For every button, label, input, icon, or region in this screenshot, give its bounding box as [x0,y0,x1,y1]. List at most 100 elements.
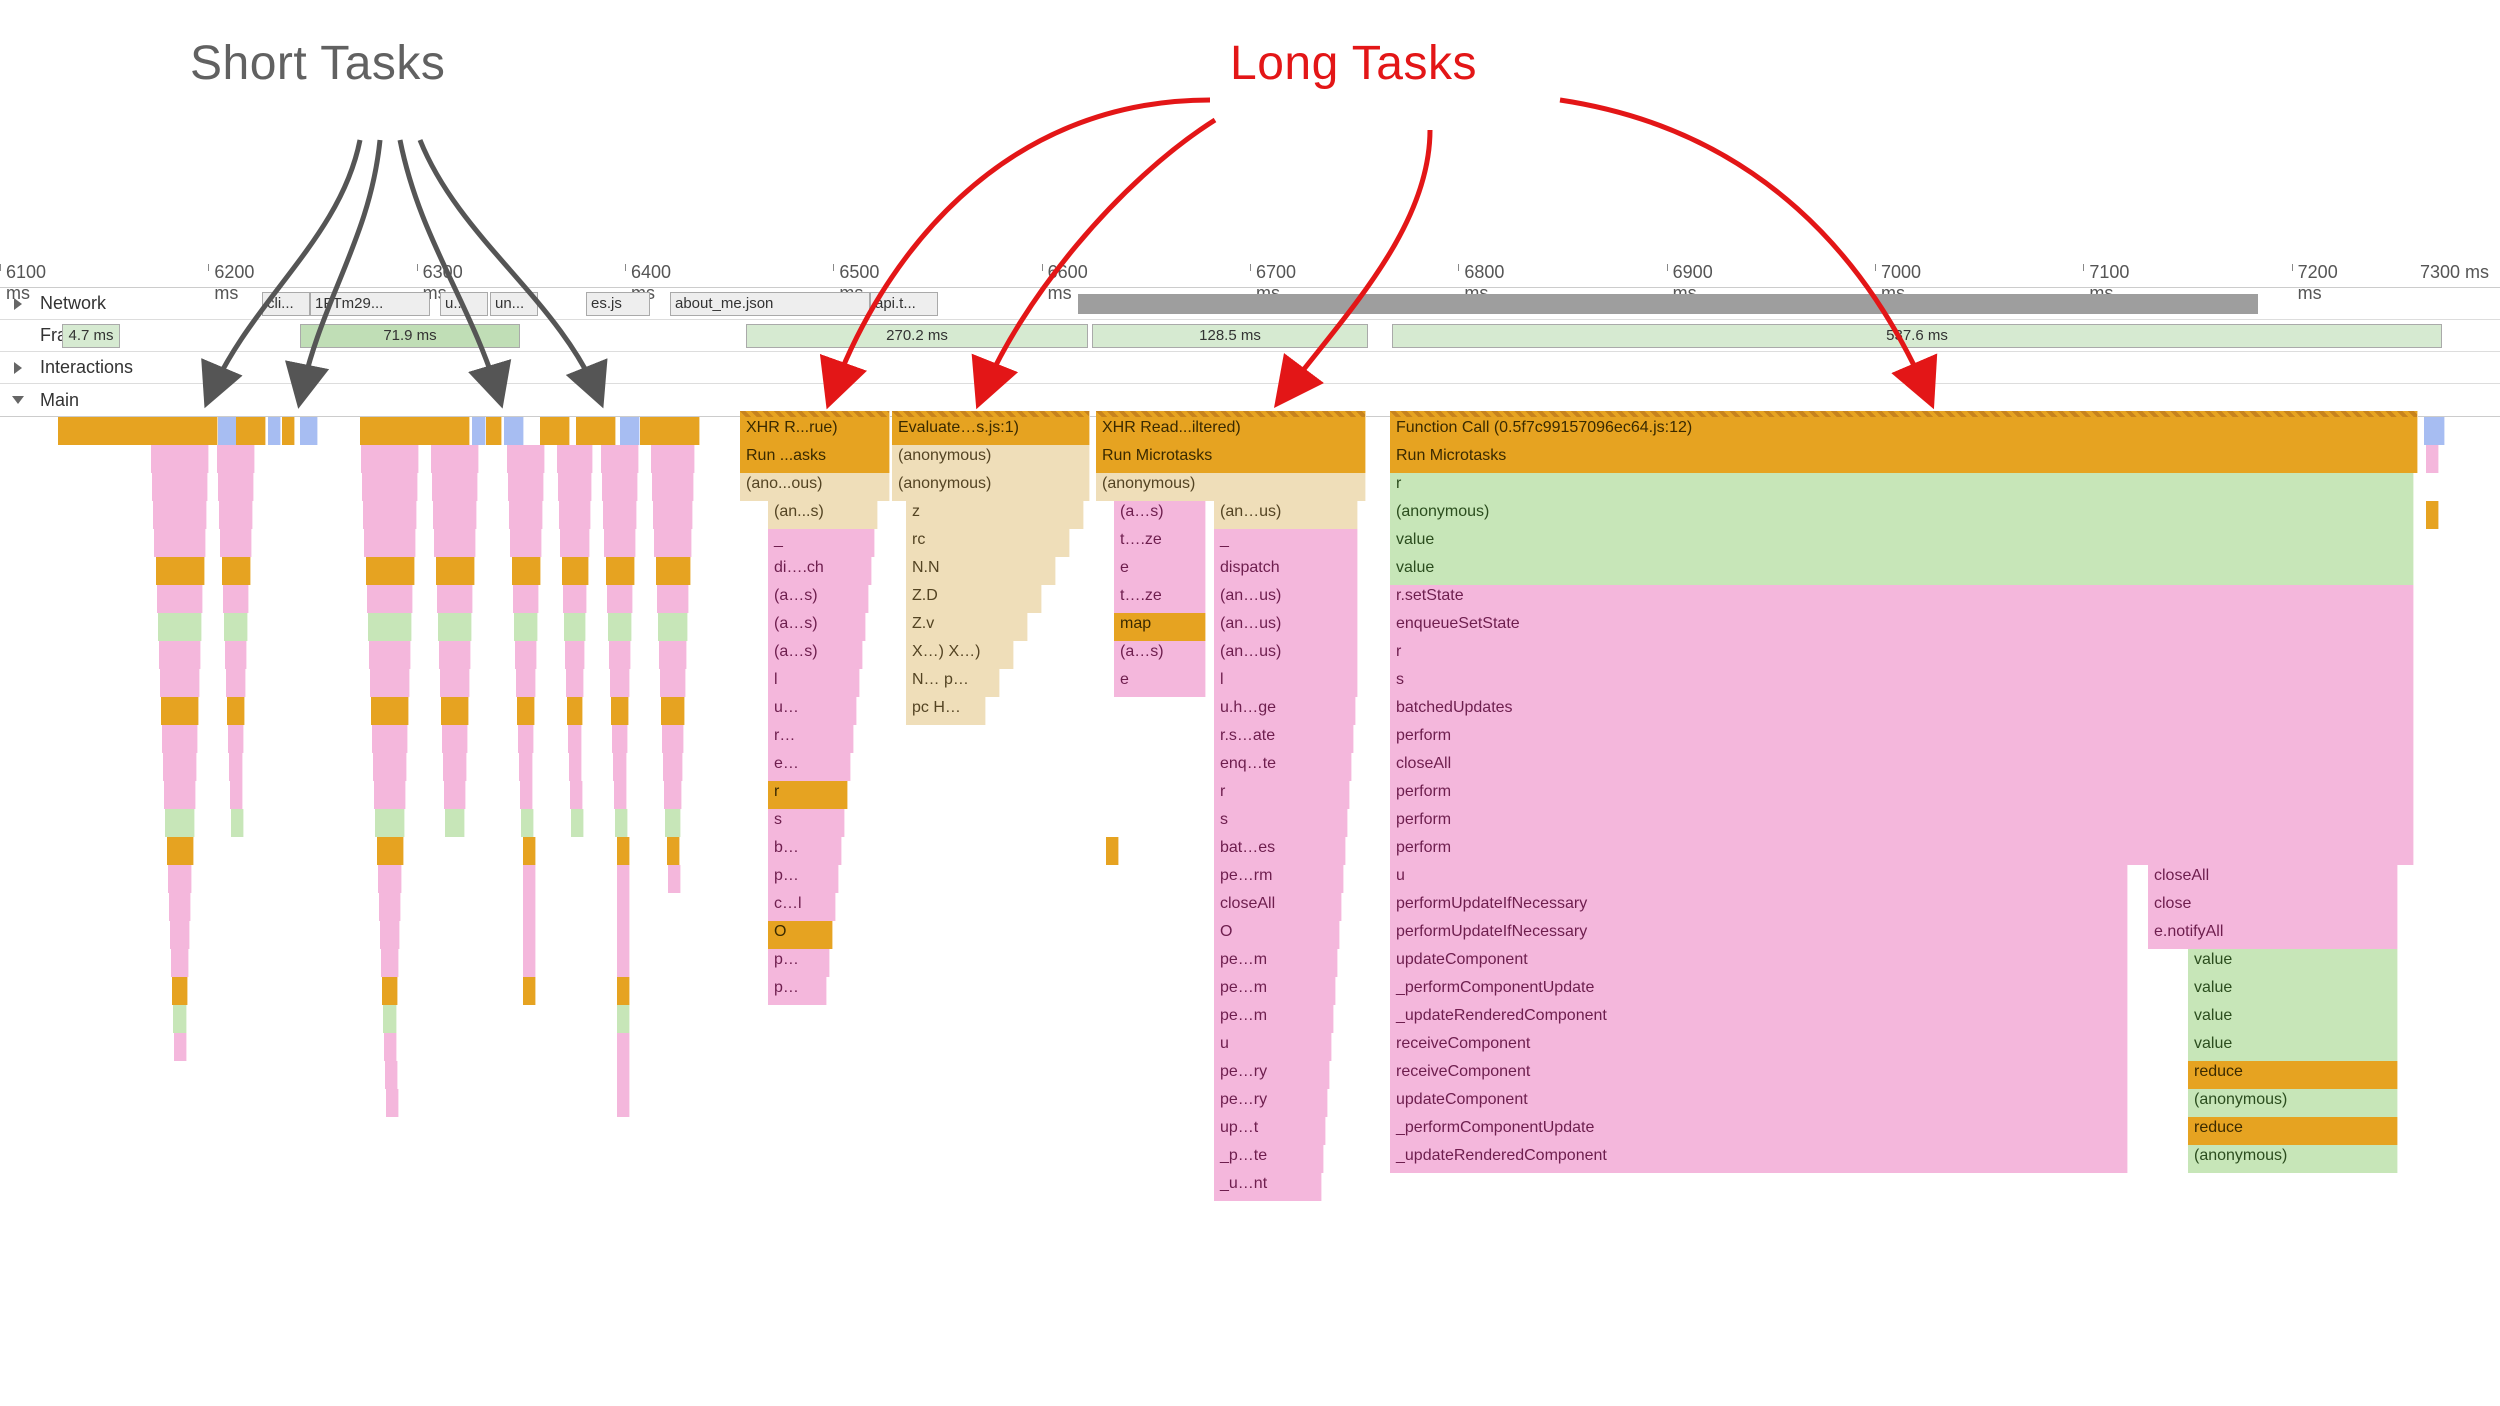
flame-frame[interactable]: N… p… [906,669,1000,697]
flame-frame[interactable] [383,1005,397,1033]
flame-frame[interactable] [612,725,628,753]
flame-frame[interactable]: pe…rm [1214,865,1344,893]
network-request-bar[interactable]: 1FTm29... [310,292,430,316]
flame-frame[interactable] [218,473,254,501]
flame-frame[interactable] [557,445,593,473]
flame-frame[interactable] [438,613,473,641]
flame-frame[interactable] [174,1033,187,1061]
flame-frame[interactable]: Z.v [906,613,1028,641]
network-request-bar[interactable]: api.t... [870,292,938,316]
flame-frame[interactable]: performUpdateIfNecessary [1390,893,2128,921]
flame-frame[interactable] [661,697,685,725]
flame-frame[interactable]: _ [768,529,875,557]
main-thread-flame-chart[interactable]: XHR R...rue)Run ...asks(ano...ous)(an...… [0,416,2500,1316]
flame-frame[interactable] [161,697,199,725]
flame-frame[interactable] [667,837,680,865]
flame-frame[interactable] [507,445,545,473]
flame-frame[interactable] [617,921,630,949]
flame-frame[interactable] [159,641,201,669]
flame-frame[interactable] [569,753,582,781]
interactions-row[interactable]: Interactions [0,352,2500,384]
flame-frame[interactable]: r [1214,781,1350,809]
flame-frame[interactable]: reduce [2188,1061,2398,1089]
task-bar[interactable] [236,417,266,445]
flame-frame[interactable]: u… [768,697,857,725]
flame-frame[interactable]: _performComponentUpdate [1390,1117,2128,1145]
network-request-bar[interactable]: cli... [262,292,310,316]
flame-frame[interactable] [617,1089,630,1117]
flame-frame[interactable]: (anonymous) [2188,1089,2398,1117]
flame-frame[interactable]: e [1114,557,1206,585]
flame-frame[interactable] [377,837,404,865]
flame-frame[interactable]: e… [768,753,851,781]
flame-frame[interactable]: updateComponent [1390,949,2128,977]
task-bar[interactable] [268,417,281,445]
flame-frame[interactable] [609,641,631,669]
flame-frame[interactable] [231,809,244,837]
flame-frame[interactable]: s [1214,809,1348,837]
flame-frame[interactable]: p… [768,865,839,893]
flame-frame[interactable]: receiveComponent [1390,1033,2128,1061]
network-request-bar[interactable]: un... [490,292,538,316]
task-bar[interactable] [58,417,218,445]
flame-frame[interactable] [523,977,536,1005]
flame-frame[interactable] [617,1061,630,1089]
flame-frame[interactable] [386,1089,399,1117]
flame-frame[interactable] [153,501,206,529]
flame-frame[interactable] [226,669,246,697]
flame-frame[interactable]: r [768,781,848,809]
task-bar[interactable] [640,417,700,445]
flame-frame[interactable] [154,529,205,557]
flame-frame[interactable]: _performComponentUpdate [1390,977,2128,1005]
flame-frame[interactable] [615,809,628,837]
frame-bar[interactable]: 71.9 ms [300,324,520,348]
flame-frame[interactable] [444,781,465,809]
flame-frame[interactable]: pe…m [1214,977,1336,1005]
flame-frame[interactable]: rc [906,529,1070,557]
flame-frame[interactable]: (an…us) [1214,613,1358,641]
flame-frame[interactable] [617,1033,630,1061]
flame-frame[interactable] [442,725,468,753]
flame-frame[interactable] [367,585,414,613]
flame-frame[interactable] [603,501,636,529]
flame-frame[interactable]: value [1390,557,2414,585]
flame-frame[interactable] [2426,501,2439,529]
flame-frame[interactable]: _updateRenderedComponent [1390,1145,2128,1173]
flame-frame[interactable]: performUpdateIfNecessary [1390,921,2128,949]
flame-frame[interactable] [566,669,584,697]
flame-frame[interactable]: up…t [1214,1117,1326,1145]
flame-frame[interactable]: di….ch [768,557,872,585]
flame-frame[interactable] [562,557,589,585]
flame-frame[interactable] [434,529,475,557]
task-bar[interactable] [576,417,616,445]
flame-frame[interactable] [373,753,407,781]
flame-frame[interactable] [606,557,635,585]
flame-frame[interactable]: r.setState [1390,585,2414,613]
flame-frame[interactable] [662,725,684,753]
flame-frame[interactable]: (a…s) [768,641,863,669]
flame-frame-header[interactable]: (anonymous) [892,445,1090,473]
flame-frame[interactable]: O [1214,921,1340,949]
flame-frame[interactable]: perform [1390,781,2414,809]
network-request-bar[interactable]: es.js [586,292,650,316]
flame-frame[interactable] [568,725,582,753]
flame-frame[interactable] [378,865,403,893]
flame-frame[interactable] [168,865,193,893]
flame-frame[interactable]: c…l [768,893,836,921]
flame-frame-header[interactable]: Run Microtasks [1096,445,1366,473]
flame-frame[interactable] [653,501,692,529]
flame-frame-header[interactable]: XHR R...rue) [740,417,890,445]
frame-bar[interactable]: 4.7 ms [62,324,120,348]
flame-frame[interactable]: p… [768,949,830,977]
flame-frame[interactable]: pe…ry [1214,1061,1330,1089]
flame-frame[interactable] [380,921,400,949]
flame-frame[interactable]: r [1390,473,2414,501]
flame-frame[interactable] [651,445,695,473]
network-track[interactable]: cli...1FTm29...u...un...es.jsabout_me.js… [0,288,2500,319]
flame-frame[interactable] [570,781,583,809]
flame-frame[interactable]: reduce [2188,1117,2398,1145]
flame-frame[interactable]: p… [768,977,827,1005]
flame-frame[interactable] [571,809,584,837]
flame-frame[interactable] [523,949,536,977]
flame-frame[interactable] [558,473,592,501]
